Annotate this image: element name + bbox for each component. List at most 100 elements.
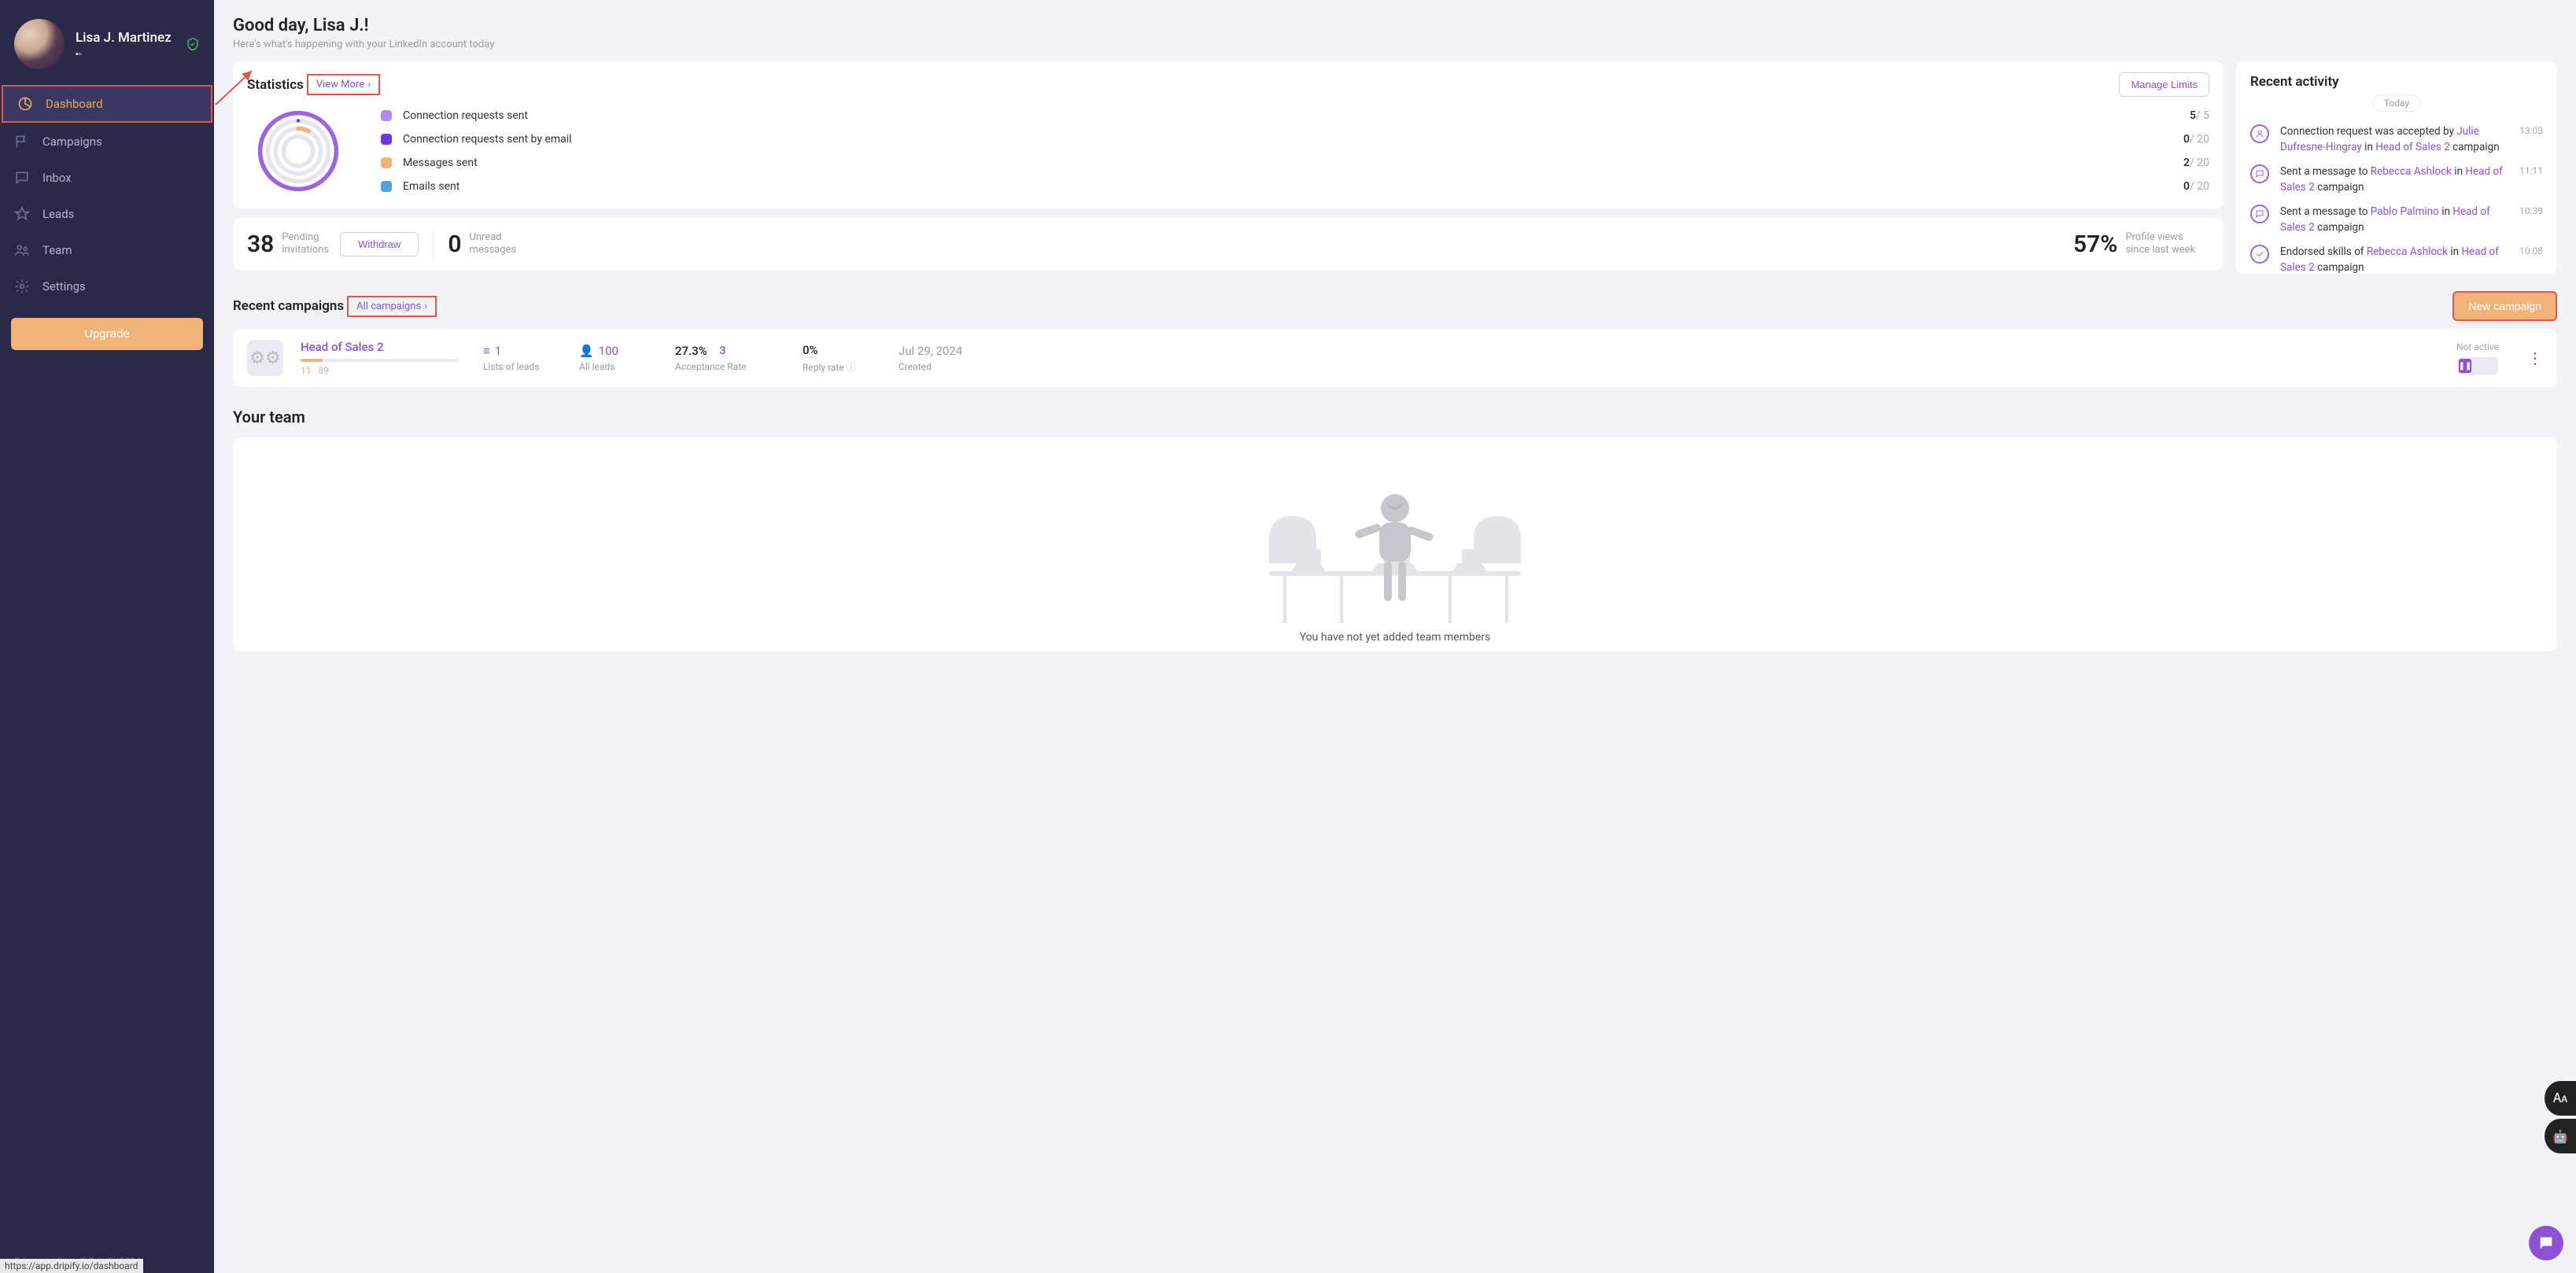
manage-limits-button[interactable]: Manage Limits — [2119, 72, 2209, 97]
kpi-unread-n: 0 — [448, 231, 461, 258]
sidebar-item-inbox[interactable]: Inbox — [0, 161, 214, 195]
stat-dot — [381, 110, 392, 121]
avatar[interactable] — [14, 19, 65, 69]
stat-max: / 5 — [2196, 109, 2209, 122]
nav-label: Leads — [42, 207, 74, 221]
status-url: https://app.dripify.io/dashboard — [0, 1259, 143, 1273]
activity-text: Endorsed skills of Rebecca Ashlock in He… — [2280, 245, 2508, 274]
row-menu[interactable]: ⋮ — [2527, 349, 2543, 367]
star-icon — [14, 206, 30, 222]
activity-link[interactable]: Rebecca Ashlock — [2367, 245, 2448, 258]
main-nav: Dashboard Campaigns Inbox Leads Team Set… — [0, 85, 214, 304]
team-icon — [14, 242, 30, 258]
translate-fab[interactable]: 🗛 — [2545, 1081, 2576, 1116]
greeting-subtitle: Here's what's happening with your Linked… — [233, 39, 2557, 50]
user-icon — [2250, 124, 2269, 143]
activity-text: Sent a message to Rebecca Ashlock in Hea… — [2280, 164, 2508, 195]
nav-label: Campaigns — [42, 135, 102, 149]
stat-value: 2 — [2183, 157, 2190, 169]
kpi-views-t: Profile viewssince last week — [2125, 231, 2195, 257]
sidebar-item-team[interactable]: Team — [0, 233, 214, 268]
gear-icon — [14, 279, 30, 294]
stat-value: 0 — [2183, 180, 2190, 193]
chevron-right-icon: › — [367, 79, 371, 90]
nav-label: Team — [42, 243, 72, 257]
campaign-row[interactable]: ⚙︎⚙︎ Head of Sales 2 11 89 ≡1 Lists of l… — [233, 329, 2557, 387]
activity-link[interactable]: Pablo Palmino — [2371, 205, 2439, 218]
sidebar-item-settings[interactable]: Settings — [0, 269, 214, 304]
msg-icon — [2250, 164, 2269, 183]
bot-fab[interactable]: 🤖 — [2545, 1119, 2576, 1153]
chat-fab[interactable] — [2529, 1226, 2563, 1260]
all-campaigns-link[interactable]: All campaigns › — [347, 296, 437, 317]
stat-row: Connection requests sent 5/ 5 — [381, 109, 2209, 122]
profile-badge: ▪▫ — [76, 49, 172, 59]
activity-item[interactable]: Endorsed skills of Rebecca Ashlock in He… — [2250, 240, 2543, 274]
campaign-name[interactable]: Head of Sales 2 — [301, 340, 466, 354]
inactive-label: Not active — [2456, 341, 2499, 352]
list-icon: ≡ — [483, 344, 490, 358]
activity-link[interactable]: Head of Sales 2 — [2375, 141, 2450, 153]
chevron-right-icon: › — [424, 301, 427, 312]
activity-item[interactable]: Sent a message to Rebecca Ashlock in Hea… — [2250, 160, 2543, 200]
nav-label: Dashboard — [46, 97, 103, 111]
team-illustration — [1222, 461, 1568, 626]
campaign-thumb: ⚙︎⚙︎ — [247, 340, 283, 376]
activity-time: 13:03 — [2519, 124, 2543, 155]
statistics-card: Statistics View More › Manage Limits — [233, 61, 2224, 208]
profile-name: Lisa J. Martinez — [76, 30, 172, 46]
activity-text: Connection request was accepted by Julie… — [2280, 124, 2508, 155]
greeting: Good day, Lisa J.! Here's what's happeni… — [233, 16, 2557, 50]
stat-row: Connection requests sent by email 0/ 20 — [381, 133, 2209, 146]
main-content: Good day, Lisa J.! Here's what's happeni… — [214, 0, 2576, 1273]
sidebar-item-campaigns[interactable]: Campaigns — [0, 124, 214, 159]
stat-dot — [381, 157, 392, 168]
stats-donut — [247, 108, 349, 194]
withdraw-button[interactable]: Withdraw — [340, 232, 419, 256]
stat-max: / 20 — [2190, 180, 2209, 193]
stat-value: 5 — [2190, 109, 2196, 122]
kpi-pending-t: Pendinginvitations — [282, 231, 329, 257]
team-title: Your team — [233, 408, 2557, 426]
active-toggle[interactable]: ❚❚ — [2457, 357, 2498, 375]
greeting-title: Good day, Lisa J.! — [233, 16, 2557, 35]
kpi-bar: 38 Pendinginvitations Withdraw 0 Unreadm… — [233, 218, 2224, 270]
activity-item[interactable]: Connection request was accepted by Julie… — [2250, 120, 2543, 160]
team-empty-text: You have not yet added team members — [1300, 631, 1491, 644]
new-campaign-button[interactable]: New campaign — [2452, 291, 2557, 321]
info-icon[interactable]: ⓘ — [847, 362, 856, 373]
nav-label: Inbox — [42, 171, 72, 185]
campaigns-title: Recent campaigns — [233, 298, 344, 314]
stat-label: Messages sent — [403, 157, 2172, 169]
activity-text: Sent a message to Pablo Palmino in Head … — [2280, 205, 2508, 235]
upgrade-button[interactable]: Upgrade — [11, 318, 203, 350]
chat-icon — [14, 170, 30, 186]
stat-label: Emails sent — [403, 180, 2172, 193]
stat-dot — [381, 181, 392, 192]
activity-time: 11:11 — [2519, 164, 2543, 195]
today-pill: Today — [2372, 94, 2421, 112]
stat-max: / 20 — [2190, 157, 2209, 169]
sidebar-item-leads[interactable]: Leads — [0, 197, 214, 231]
kpi-unread-t: Unreadmessages — [469, 231, 516, 257]
stat-row: Emails sent 0/ 20 — [381, 180, 2209, 193]
sidebar-item-dashboard[interactable]: Dashboard — [2, 85, 212, 123]
profile-block[interactable]: Lisa J. Martinez ▪▫ — [0, 13, 214, 85]
activity-time: 10:39 — [2519, 205, 2543, 235]
stat-value: 0 — [2183, 133, 2190, 146]
stat-label: Connection requests sent — [403, 109, 2179, 122]
activity-card: Recent activity Today Connection request… — [2236, 61, 2557, 274]
statistics-title: Statistics — [247, 77, 304, 93]
team-card: You have not yet added team members — [233, 437, 2557, 651]
stat-max: / 20 — [2190, 133, 2209, 146]
shield-icon — [186, 37, 200, 51]
kpi-views-n: 57% — [2073, 231, 2117, 258]
sidebar: Lisa J. Martinez ▪▫ Dashboard Campaigns … — [0, 0, 214, 1273]
activity-title: Recent activity — [2250, 74, 2543, 90]
flag-icon — [14, 134, 30, 149]
user-icon: 👤 — [579, 344, 594, 358]
activity-item[interactable]: Sent a message to Pablo Palmino in Head … — [2250, 200, 2543, 240]
view-more-link[interactable]: View More › — [307, 74, 380, 95]
activity-link[interactable]: Rebecca Ashlock — [2371, 165, 2452, 178]
activity-time: 10:08 — [2519, 245, 2543, 274]
